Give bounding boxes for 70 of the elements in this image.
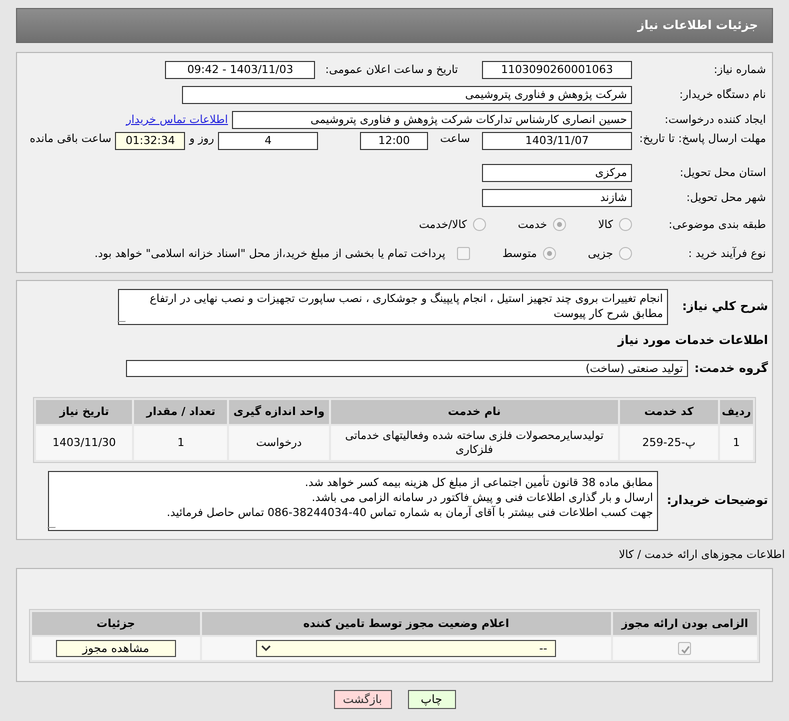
column-header: تاریخ نیاز — [36, 400, 132, 424]
text-field[interactable]: شرکت پژوهش و فناوری پتروشیمی — [182, 86, 632, 104]
option-label: کالا/خدمت — [419, 218, 467, 232]
radio-button[interactable] — [619, 218, 632, 231]
column-header: ردیف — [720, 400, 753, 424]
section-title: اطلاعات مجوزهای ارائه خدمت / کالا — [618, 548, 785, 562]
field-label: تاریخ و ساعت اعلان عمومی: — [325, 62, 458, 76]
notes-line: ارسال و بار گذاری اطلاعات فنی و پیش فاکتور در سامانه الزامی می باشد. — [310, 490, 653, 505]
field-label: طبقه بندی موضوعی: — [668, 218, 767, 232]
column-header: الزامی بودن ارائه مجوز — [612, 612, 757, 636]
checkbox-label: پرداخت تمام یا بخشی از مبلغ خرید،از محل "اسناد خزانه اسلامی" خواهد بود. — [94, 246, 446, 260]
notes-line: جهت کسب اطلاعات فنی بیشتر با آقای آرمان به شماره تماس 40-38244034-086 تماس حاصل فرمائید. — [166, 504, 653, 520]
field-label: استان محل تحویل: — [678, 166, 767, 180]
field-label: ایجاد کننده درخواست: — [664, 112, 767, 126]
radio-button[interactable] — [553, 218, 566, 231]
print-button[interactable]: چاپ — [408, 690, 456, 710]
column-header: نام خدمت — [330, 400, 618, 424]
field-label: توضیحات خریدار: — [666, 492, 769, 508]
field-label: گروه خدمت: — [693, 361, 769, 376]
status-dropdown[interactable]: -- — [256, 640, 556, 658]
text-field[interactable]: شازند — [482, 188, 632, 206]
text-field[interactable]: 01:32:34 — [115, 132, 186, 150]
field-label: نام دستگاه خریدار: — [678, 88, 767, 102]
radio-button[interactable] — [542, 247, 556, 260]
back-button[interactable]: بازگشت — [334, 690, 392, 710]
table-cell: 1 — [720, 426, 753, 460]
section-heading: اطلاعات خدمات مورد نیاز — [616, 333, 769, 348]
text-field[interactable]: 4 — [218, 132, 318, 150]
text-field[interactable]: 1103090260001063 — [482, 60, 632, 78]
option-label: متوسط — [502, 246, 537, 260]
text-field[interactable]: حسین انصاری کارشناس تدارکات شرکت پژوهش و فناوری پتروشیمی — [232, 110, 632, 128]
table-cell: پ-25-259 — [620, 426, 718, 460]
table-cell: تولیدسایرمحصولات فلزی ساخته شده وفعالیتهای خدماتی فلزکاری — [330, 426, 618, 460]
field-label: شرح کلي نياز: — [681, 298, 769, 314]
description-text: انجام تغییرات بروی چند تجهیز استیل ، انجام پایپینگ و جوشکاری ، نصب ساپورت تجهیزات و نصب نهایی در ارتفاع مطابق شرح کار پیوست — [150, 292, 663, 320]
field-label: نوع فرآیند خرید : — [687, 246, 767, 260]
field-label: ساعت باقی مانده — [30, 132, 112, 146]
notes-line: مطابق ماده 38 قانون تأمین اجتماعی از مبلغ کل هزینه بیمه کسر خواهد شد. — [304, 474, 653, 490]
text-field[interactable]: مرکزی — [482, 164, 632, 182]
field-label: ساعت — [440, 132, 470, 146]
description-field[interactable]: انجام تغییرات بروی چند تجهیز استیل ، انجام پایپینگ و جوشکاری ، نصب ساپورت تجهیزات و نصب نهایی در ارتفاع مطابق شرح کار پیوست — [118, 289, 668, 325]
view-permit-button[interactable]: مشاهده مجوز — [56, 640, 176, 658]
table-cell: درخواست — [229, 426, 329, 460]
text-field[interactable]: 12:00 — [360, 132, 428, 150]
text-field[interactable]: تولید صنعتی (ساخت) — [126, 360, 688, 377]
option-label: جزیی — [588, 246, 613, 260]
option-label: کالا — [598, 218, 613, 232]
page-title: جزئیات اطلاعات نیاز — [16, 8, 773, 43]
field-label: شهر محل تحویل: — [685, 190, 767, 204]
dropdown-value: -- — [539, 642, 548, 656]
field-label: روز و — [189, 132, 214, 146]
column-header: تعداد / مقدار — [134, 400, 228, 424]
caret-icon — [261, 645, 272, 652]
option-label: خدمت — [518, 218, 548, 232]
column-header: جزئیات — [32, 612, 200, 636]
table-cell: 1 — [134, 426, 228, 460]
notes-field[interactable] — [48, 470, 658, 531]
field-label: مهلت ارسال پاسخ: تا تاریخ: — [638, 132, 767, 146]
column-header: کد خدمت — [620, 400, 718, 424]
table-cell: 1403/11/30 — [36, 426, 132, 460]
column-header: اعلام وضعیت مجوز توسط تامین کننده — [202, 612, 611, 636]
checkbox[interactable] — [678, 642, 692, 656]
field-label: شماره نیاز: — [712, 62, 767, 76]
contact-link[interactable]: اطلاعات تماس خریدار — [126, 112, 228, 126]
column-header: واحد اندازه گیری — [229, 400, 329, 424]
text-field[interactable]: 1403/11/07 — [482, 132, 632, 150]
text-field[interactable]: 1403/11/03 - 09:42 — [165, 60, 316, 78]
radio-button[interactable] — [619, 247, 632, 260]
checkbox[interactable] — [457, 247, 470, 260]
radio-button[interactable] — [472, 218, 486, 231]
